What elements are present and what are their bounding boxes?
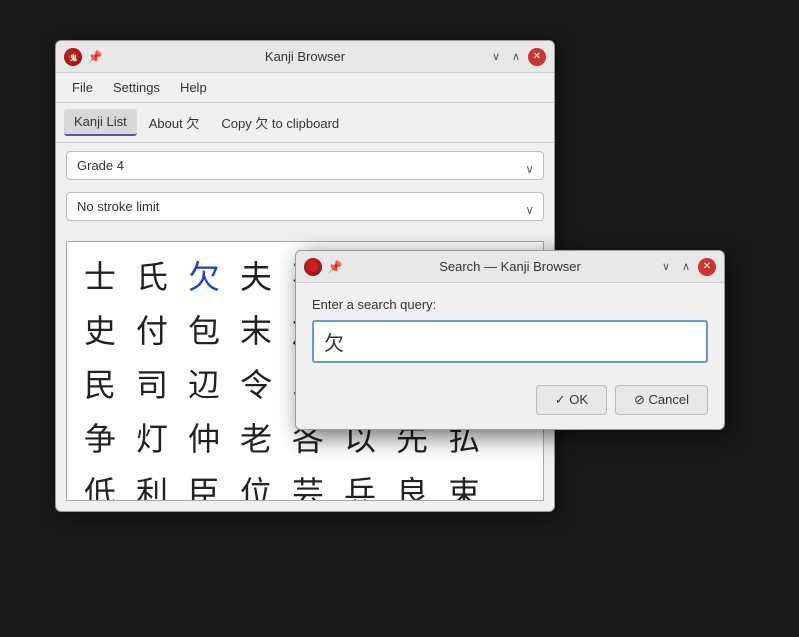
dialog-close-button[interactable] xyxy=(698,258,716,276)
dialog-body: Enter a search query: xyxy=(296,283,724,377)
kanji-char[interactable]: 灯 xyxy=(127,412,177,462)
dialog-maximize-button[interactable]: ∧ xyxy=(678,259,694,275)
main-titlebar: 鬼 📌 Kanji Browser ∨ ∧ xyxy=(56,41,554,73)
about-button[interactable]: About 欠 xyxy=(139,109,210,136)
toolbar: Kanji List About 欠 Copy 欠 to clipboard xyxy=(56,103,554,143)
menu-settings[interactable]: Settings xyxy=(105,77,168,98)
menu-bar: File Settings Help xyxy=(56,73,554,103)
dialog-buttons: ✓ OK ⊘ Cancel xyxy=(296,377,724,429)
grade-dropdown-wrapper: Grade 1 Grade 2 Grade 3 Grade 4 Grade 5 … xyxy=(66,151,544,186)
pin-icon[interactable]: 📌 xyxy=(88,50,102,64)
kanji-char[interactable]: 付 xyxy=(127,304,177,354)
menu-help[interactable]: Help xyxy=(172,77,215,98)
minimize-button[interactable]: ∨ xyxy=(488,49,504,65)
kanji-char-selected[interactable]: 欠 xyxy=(179,250,229,300)
close-button[interactable] xyxy=(528,48,546,66)
menu-file[interactable]: File xyxy=(64,77,101,98)
maximize-button[interactable]: ∧ xyxy=(508,49,524,65)
titlebar-controls: ∨ ∧ xyxy=(488,48,546,66)
dropdown-container: Grade 1 Grade 2 Grade 3 Grade 4 Grade 5 … xyxy=(56,143,554,237)
kanji-row: 低 利 臣 位 芸 兵 良 束 xyxy=(75,466,535,501)
kanji-char[interactable]: 末 xyxy=(231,304,281,354)
stroke-dropdown[interactable]: No stroke limit 1 stroke 2 strokes 3 str… xyxy=(66,192,544,221)
kanji-char[interactable]: 位 xyxy=(231,466,281,501)
kanji-char[interactable]: 臣 xyxy=(179,466,229,501)
kanji-char[interactable]: 氏 xyxy=(127,250,177,300)
dialog-pin-icon[interactable]: 📌 xyxy=(328,260,342,274)
kanji-char[interactable]: 兵 xyxy=(335,466,385,501)
stroke-dropdown-wrapper: No stroke limit 1 stroke 2 strokes 3 str… xyxy=(66,192,544,227)
kanji-char[interactable]: 夫 xyxy=(231,250,281,300)
dialog-titlebar-controls: ∨ ∧ xyxy=(658,258,716,276)
ok-button[interactable]: ✓ OK xyxy=(536,385,607,415)
svg-text:鬼: 鬼 xyxy=(70,53,77,62)
main-window-title: Kanji Browser xyxy=(265,49,345,64)
dialog-minimize-button[interactable]: ∨ xyxy=(658,259,674,275)
dialog-title: Search — Kanji Browser xyxy=(439,259,581,274)
kanji-char[interactable]: 争 xyxy=(75,412,125,462)
kanji-list-button[interactable]: Kanji List xyxy=(64,109,137,136)
kanji-char[interactable]: 低 xyxy=(75,466,125,501)
kanji-char[interactable]: 士 xyxy=(75,250,125,300)
kanji-char[interactable]: 包 xyxy=(179,304,229,354)
titlebar-left: 鬼 📌 xyxy=(64,48,102,66)
kanji-char[interactable]: 束 xyxy=(439,466,489,501)
kanji-char[interactable]: 老 xyxy=(231,412,281,462)
kanji-char[interactable]: 民 xyxy=(75,358,125,408)
kanji-char[interactable]: 芸 xyxy=(283,466,333,501)
app-icon: 鬼 xyxy=(64,48,82,66)
kanji-char[interactable]: 良 xyxy=(387,466,437,501)
grade-dropdown[interactable]: Grade 1 Grade 2 Grade 3 Grade 4 Grade 5 … xyxy=(66,151,544,180)
kanji-char[interactable]: 司 xyxy=(127,358,177,408)
dialog-titlebar: 📌 Search — Kanji Browser ∨ ∧ xyxy=(296,251,724,283)
search-label: Enter a search query: xyxy=(312,297,708,312)
kanji-char[interactable]: 辺 xyxy=(179,358,229,408)
dialog-titlebar-left: 📌 xyxy=(304,258,342,276)
kanji-char[interactable]: 仲 xyxy=(179,412,229,462)
kanji-char[interactable]: 利 xyxy=(127,466,177,501)
search-input[interactable] xyxy=(312,320,708,363)
dialog-app-icon xyxy=(304,258,322,276)
kanji-char[interactable]: 史 xyxy=(75,304,125,354)
kanji-char[interactable]: 令 xyxy=(231,358,281,408)
copy-clipboard-button[interactable]: Copy 欠 to clipboard xyxy=(211,109,349,136)
cancel-button[interactable]: ⊘ Cancel xyxy=(615,385,708,415)
search-dialog: 📌 Search — Kanji Browser ∨ ∧ Enter a sea… xyxy=(295,250,725,430)
